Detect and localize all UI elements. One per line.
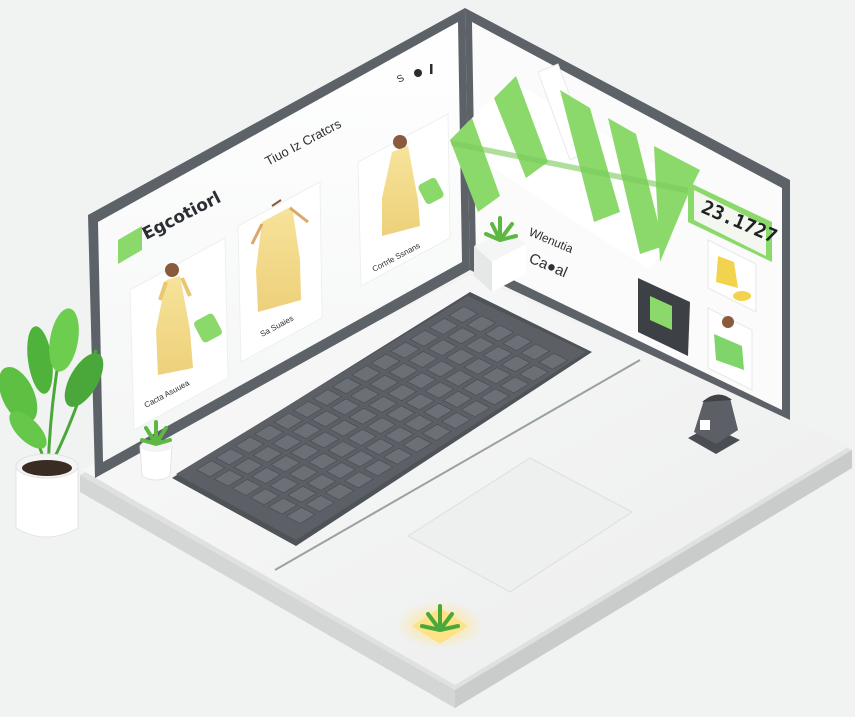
qr-code-icon	[700, 420, 710, 430]
dot-icon[interactable]	[414, 69, 422, 77]
kebab-icon[interactable]	[430, 64, 433, 74]
laptop-storefront-scene: S Egcotiorl Tiuo Iz Cratcrs Cacta Asuuea…	[0, 0, 855, 717]
scene-illustration: S Egcotiorl Tiuo Iz Cratcrs Cacta Asuuea…	[0, 8, 852, 708]
succulent-glow	[396, 601, 484, 649]
